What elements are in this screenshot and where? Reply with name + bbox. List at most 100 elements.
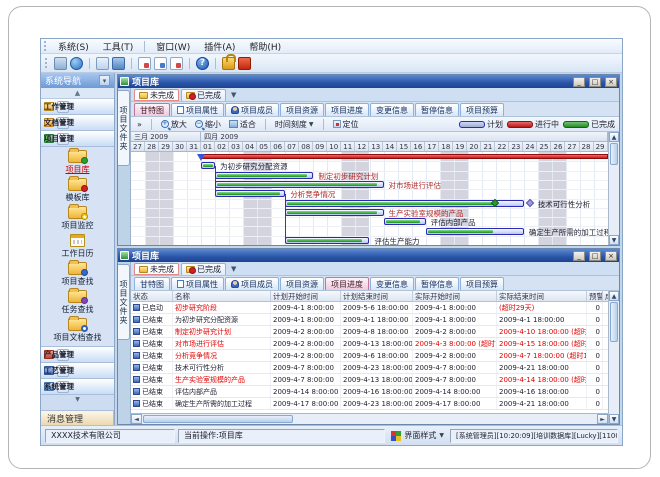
maximize-button[interactable]: □ xyxy=(589,251,601,261)
column-header-4[interactable]: 实际开始时间 xyxy=(413,291,497,301)
interface-style-button[interactable]: 界面样式 ▼ xyxy=(388,430,447,441)
close-button[interactable]: × xyxy=(605,251,617,261)
sidebar-more-chevron-icon[interactable]: ▼ xyxy=(41,395,114,404)
report2-icon[interactable] xyxy=(154,57,167,70)
menu-item-3[interactable]: 插件(A) xyxy=(198,39,241,54)
tab-message-management[interactable]: 消息管理 xyxy=(41,410,114,425)
table-row[interactable]: 已结束确定生产所需的加工过程2009-4-17 8:00:002009-4-23… xyxy=(131,398,608,410)
tab-view-2[interactable]: 项目成员 xyxy=(225,103,279,116)
table-row[interactable]: 已结束对市场进行评估2009-4-2 8:00:002009-4-13 18:0… xyxy=(131,338,608,350)
gantt-zoom_out-button[interactable]: −缩小 xyxy=(193,119,223,130)
tab-view-0[interactable]: 甘特图 xyxy=(134,277,170,290)
tab-view-3[interactable]: 项目资源 xyxy=(280,277,324,290)
menubar-grip[interactable] xyxy=(44,41,47,51)
task-bar[interactable] xyxy=(285,209,383,216)
scrollbar-thumb[interactable] xyxy=(143,415,293,423)
scroll-up-icon[interactable]: ▲ xyxy=(609,291,619,301)
table-row[interactable]: 已结束制定初步研究计划2009-4-2 8:00:002009-4-8 18:0… xyxy=(131,326,608,338)
table-row[interactable]: 已结束分析竞争情况2009-4-2 8:00:002009-4-6 18:00:… xyxy=(131,350,608,362)
report3-icon[interactable] xyxy=(170,57,183,70)
sidebar-collapse-button[interactable]: ▲ xyxy=(41,88,114,99)
lock-icon[interactable] xyxy=(222,57,235,70)
close-button[interactable]: × xyxy=(605,77,617,87)
scrollbar-thumb[interactable] xyxy=(610,302,618,342)
task-bar[interactable] xyxy=(384,218,426,225)
toolbar-grip[interactable] xyxy=(45,58,48,68)
menu-item-0[interactable]: 系统(S) xyxy=(52,39,95,54)
tab-view-6[interactable]: 暂停信息 xyxy=(415,103,459,116)
task-bar[interactable] xyxy=(285,200,524,207)
exit-icon[interactable] xyxy=(238,57,251,70)
gantt-zoom_in-button[interactable]: +放大 xyxy=(159,119,189,130)
tab-view-0[interactable]: 甘特图 xyxy=(134,103,170,116)
tab-view-1[interactable]: 项目属性 xyxy=(171,277,224,290)
scroll-track[interactable] xyxy=(609,343,619,414)
column-header-3[interactable]: 计划结束时间 xyxy=(341,291,413,301)
tab-view-4[interactable]: 项目进度 xyxy=(325,277,369,290)
sidebar-item-2[interactable]: ★项目监控 xyxy=(41,205,114,233)
column-header-2[interactable]: 计划开始时间 xyxy=(271,291,341,301)
task-bar[interactable] xyxy=(201,162,215,169)
sidebar-item-4[interactable]: 项目查找 xyxy=(41,261,114,289)
gantt-fit-button[interactable]: 适合 xyxy=(227,119,258,130)
menu-item-1[interactable]: 工具(T) xyxy=(97,39,140,54)
table-row[interactable]: 已结束为初步研究分配资源2009-4-1 8:00:002009-4-1 18:… xyxy=(131,314,608,326)
tab-view-2[interactable]: 项目成员 xyxy=(225,277,279,290)
scroll-down-icon[interactable]: ▼ xyxy=(609,414,619,424)
sidebar-group-5[interactable]: 系统管理▼ xyxy=(41,379,114,395)
report1-icon[interactable] xyxy=(138,57,151,70)
tab-filter-1[interactable]: 已完成 xyxy=(181,263,226,275)
more-buttons-icon[interactable]: » xyxy=(135,120,144,129)
tab-view-7[interactable]: 项目预算 xyxy=(460,103,504,116)
desktop-icon[interactable] xyxy=(112,57,125,70)
sidebar-group-1[interactable]: 文档管理▼ xyxy=(41,115,114,131)
scroll-down-icon[interactable]: ▼ xyxy=(609,235,619,245)
column-header-1[interactable]: 名称 xyxy=(173,291,271,301)
tab-filter-0[interactable]: 未完成 xyxy=(134,263,179,275)
globe-icon[interactable] xyxy=(70,57,83,70)
gantt-vertical-scrollbar[interactable]: ▲▼ xyxy=(608,132,619,245)
sidebar-group-2[interactable]: 项目管理▲ xyxy=(41,131,114,147)
task-bar[interactable] xyxy=(426,228,524,235)
task-bar[interactable] xyxy=(215,190,285,197)
tab-view-7[interactable]: 项目预算 xyxy=(460,277,504,290)
table-row[interactable]: 已启动初步研究阶段2009-4-1 8:00:002009-5-6 18:00:… xyxy=(131,302,608,314)
scroll-track[interactable] xyxy=(609,166,619,235)
task-bar[interactable] xyxy=(285,237,369,244)
table-horizontal-scrollbar[interactable]: ◄► xyxy=(131,413,608,424)
task-bar[interactable] xyxy=(215,172,313,179)
menu-item-2[interactable]: 窗口(W) xyxy=(150,39,196,54)
column-header-5[interactable]: 实际结束时间 xyxy=(497,291,587,301)
monitor-icon[interactable] xyxy=(54,57,67,70)
locate-button[interactable]: 定位 xyxy=(331,119,361,130)
maximize-button[interactable]: □ xyxy=(589,77,601,87)
menu-item-4[interactable]: 帮助(H) xyxy=(243,39,287,54)
folder-closed-icon[interactable] xyxy=(96,57,109,70)
tab-filter-1[interactable]: 已完成 xyxy=(181,89,226,101)
scroll-track[interactable] xyxy=(294,414,597,424)
minimize-button[interactable]: _ xyxy=(573,77,585,87)
tab-view-1[interactable]: 项目属性 xyxy=(171,103,224,116)
task-bar[interactable] xyxy=(215,181,383,188)
tab-view-4[interactable]: 项目进度 xyxy=(325,103,369,116)
sidebar-item-0[interactable]: 项目库 xyxy=(41,149,114,177)
sidebar-group-0[interactable]: 工作管理▼ xyxy=(41,99,114,115)
help-icon[interactable]: ? xyxy=(196,57,209,70)
sidebar-group-3[interactable]: 产品管理▼ xyxy=(41,347,114,363)
scroll-left-icon[interactable]: ◄ xyxy=(131,414,142,424)
table-row[interactable]: 已结束评估内部产品2009-4-14 8:00:002009-4-16 18:0… xyxy=(131,386,608,398)
scroll-up-icon[interactable]: ▲ xyxy=(609,132,619,142)
tab-project-folders[interactable]: 项目文件夹 xyxy=(118,90,130,166)
sidebar-item-6[interactable]: 项目文档查找 xyxy=(41,317,114,345)
pin-icon[interactable]: ▾ xyxy=(99,75,110,86)
tab-view-5[interactable]: 变更信息 xyxy=(370,277,414,290)
column-header-0[interactable]: 状态 xyxy=(131,291,173,301)
tab-overflow-icon[interactable]: ▼ xyxy=(228,265,239,275)
table-vertical-scrollbar[interactable]: ▲▼ xyxy=(608,291,619,424)
sidebar-item-1[interactable]: 模板库 xyxy=(41,177,114,205)
table-row[interactable]: 已结束生产实验室规模的产品2009-4-7 8:00:002009-4-13 1… xyxy=(131,374,608,386)
column-header-6[interactable]: 预警 xyxy=(587,291,603,301)
table-row[interactable]: 已结束技术可行性分析2009-4-7 8:00:002009-4-23 18:0… xyxy=(131,362,608,374)
tab-filter-0[interactable]: 未完成 xyxy=(134,89,179,101)
sidebar-item-5[interactable]: 任务查找 xyxy=(41,289,114,317)
